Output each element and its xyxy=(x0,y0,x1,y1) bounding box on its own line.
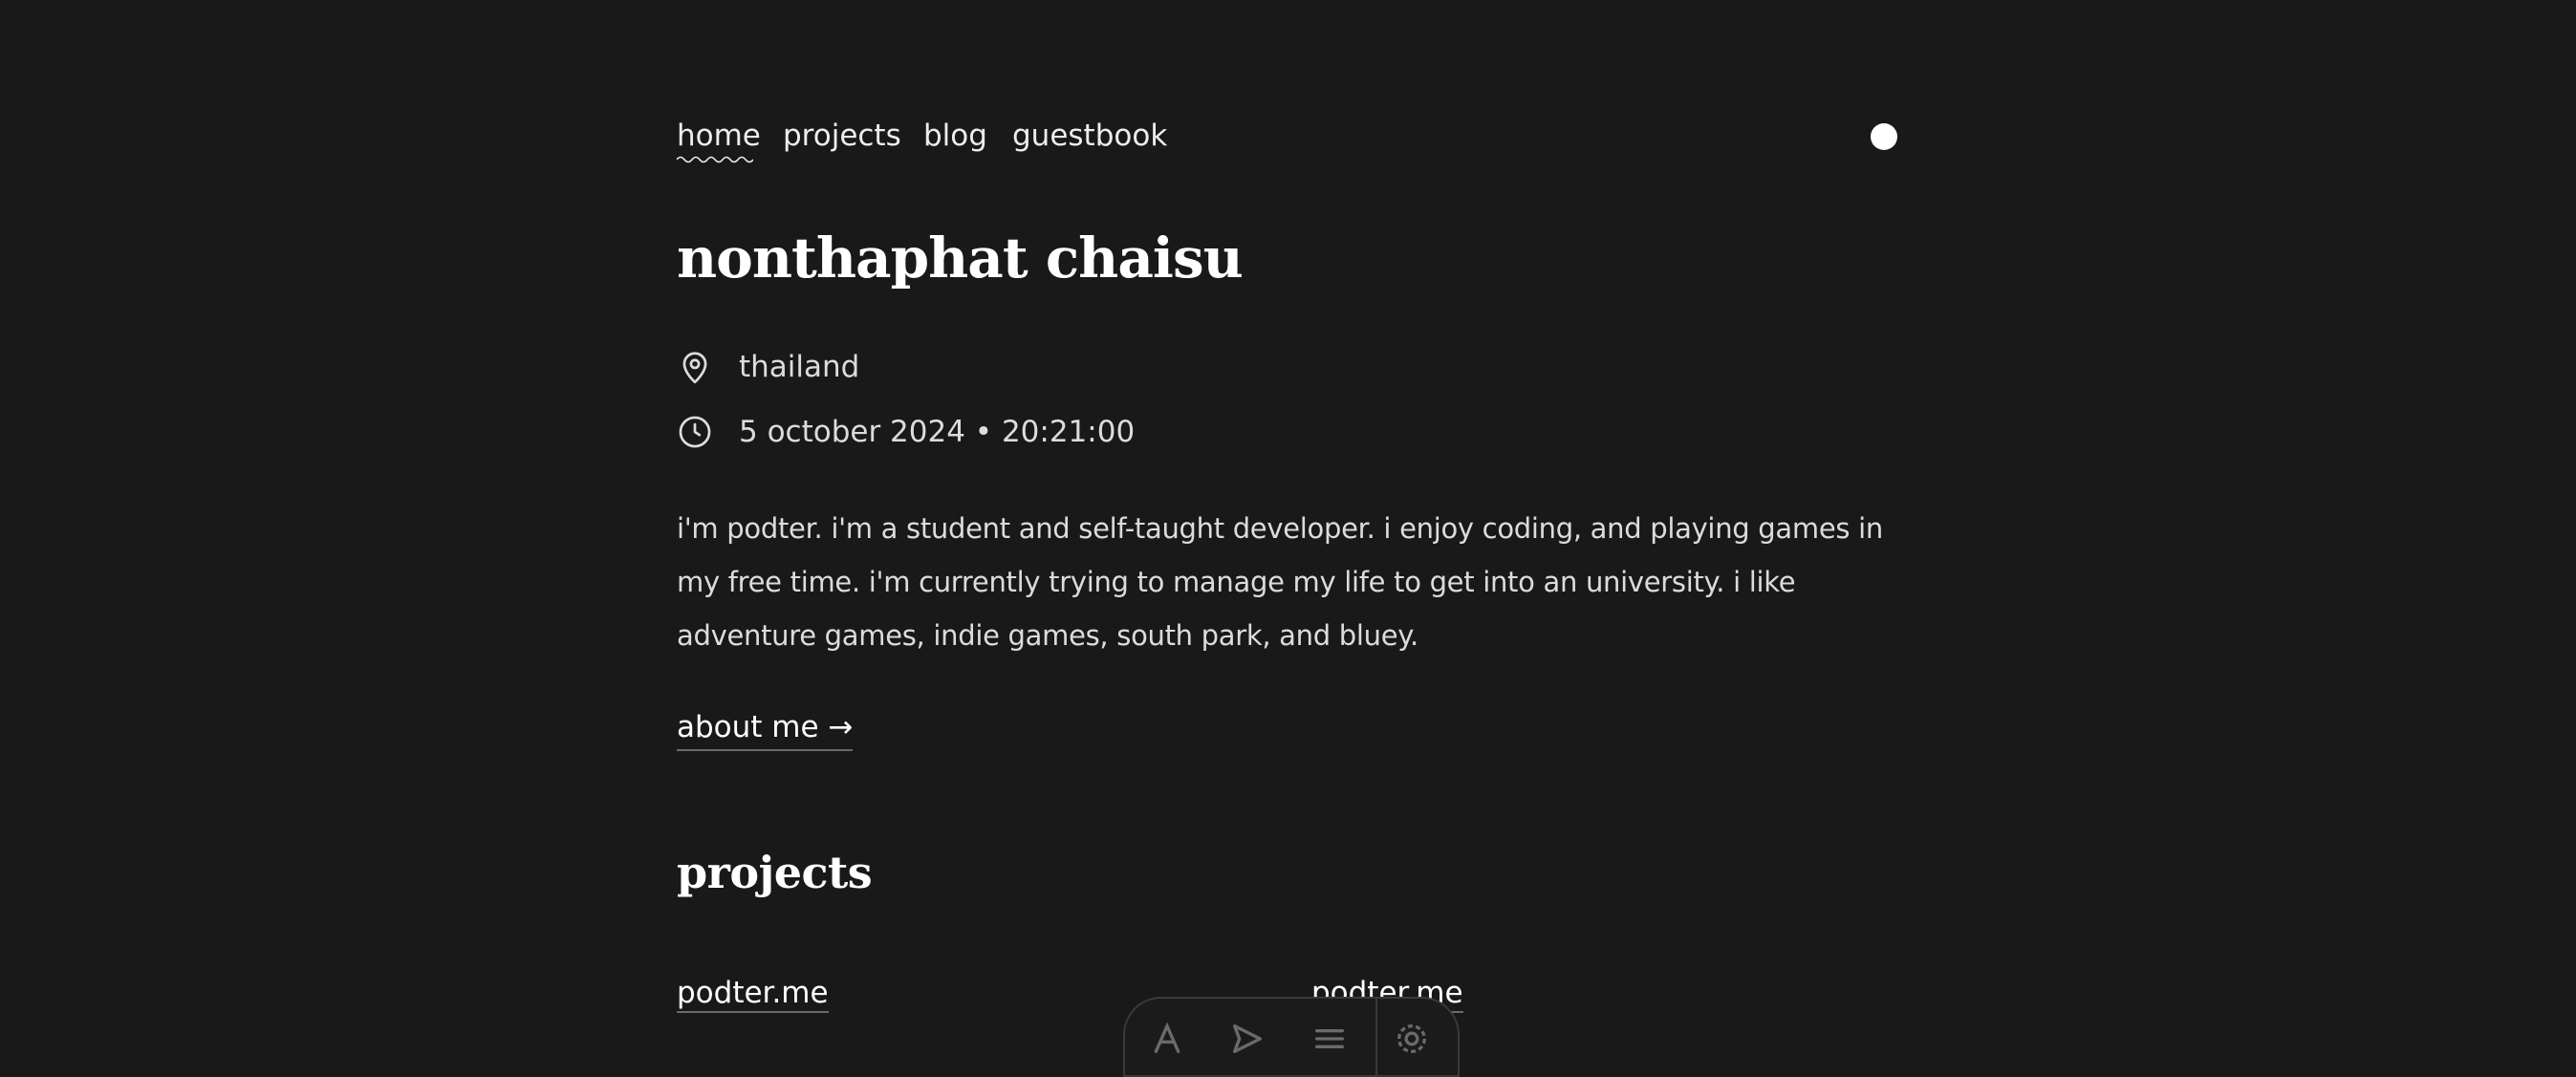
nav-item-home[interactable]: home xyxy=(677,117,761,155)
page-title: nonthaphat chaisu xyxy=(677,226,1244,291)
page-container: home projects blog guestbook nonthaphat … xyxy=(677,0,1900,1032)
map-pin-icon xyxy=(682,352,707,384)
settings-icon[interactable] xyxy=(1393,1020,1431,1058)
location-text: thailand xyxy=(739,350,860,384)
clock-icon xyxy=(679,416,711,448)
bio-paragraph: i'm podter. i'm a student and self-taugh… xyxy=(677,512,1883,652)
menu-icon[interactable] xyxy=(1310,1020,1349,1058)
active-nav-squiggle xyxy=(677,156,753,163)
about-me-link[interactable]: about me → xyxy=(677,709,854,751)
top-nav: home projects blog guestbook xyxy=(677,117,1900,164)
dock-divider xyxy=(1375,999,1377,1075)
nav-item-projects[interactable]: projects xyxy=(783,117,901,155)
send-icon[interactable] xyxy=(1228,1020,1266,1058)
nav-item-guestbook[interactable]: guestbook xyxy=(1012,117,1167,155)
nav-item-blog[interactable]: blog xyxy=(923,117,987,155)
projects-heading: projects xyxy=(677,847,873,898)
datetime-text: 5 october 2024 • 20:21:00 xyxy=(739,415,1136,449)
text-icon[interactable] xyxy=(1148,1020,1186,1058)
location-row: thailand xyxy=(677,346,859,388)
floating-dock xyxy=(1123,997,1460,1077)
datetime-row: 5 october 2024 • 20:21:00 xyxy=(677,411,1135,453)
theme-toggle-button[interactable] xyxy=(1871,123,1897,150)
project-link[interactable]: podter.me xyxy=(677,975,829,1013)
